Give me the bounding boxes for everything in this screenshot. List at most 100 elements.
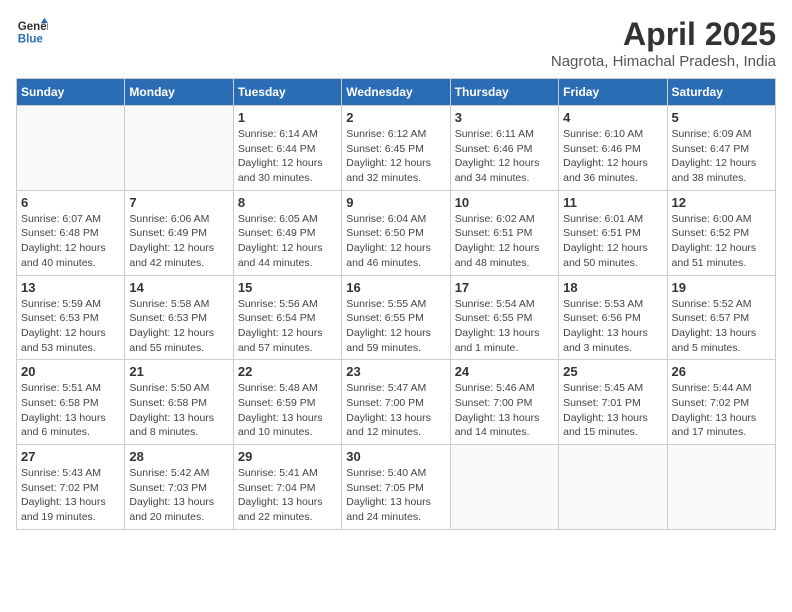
day-number: 12: [672, 195, 771, 210]
day-cell: 21Sunrise: 5:50 AMSunset: 6:58 PMDayligh…: [125, 360, 233, 445]
day-cell: 25 Sunrise: 5:45 AMSunset: 7:01 PMDayligh…: [559, 360, 667, 445]
page-header: General Blue April 2025 Nagrota, Himacha…: [16, 16, 776, 70]
day-detail: Sunrise: 5:44 AMSunset: 7:02 PMDaylight:…: [672, 381, 771, 440]
week-row-4: 20 Sunrise: 5:51 AMSunset: 6:58 PMDayligh…: [17, 360, 776, 445]
day-cell: 11 Sunrise: 6:01 AMSunset: 6:51 PMDayligh…: [559, 190, 667, 275]
day-detail: Sunrise: 6:06 AMSunset: 6:49 PMDaylight:…: [129, 212, 228, 271]
day-detail: Sunrise: 5:52 AMSunset: 6:57 PMDaylight:…: [672, 297, 771, 356]
day-cell: 28 Sunrise: 5:42 AMSunset: 7:03 PMDayligh…: [125, 445, 233, 530]
day-cell: 17 Sunrise: 5:54 AMSunset: 6:55 PMDayligh…: [450, 275, 558, 360]
day-detail: Sunrise: 6:10 AMSunset: 6:46 PMDaylight:…: [563, 127, 662, 186]
main-title: April 2025: [551, 16, 776, 53]
day-number: 7: [129, 195, 228, 210]
day-detail: Sunrise: 5:54 AMSunset: 6:55 PMDaylight:…: [455, 297, 554, 356]
title-block: April 2025 Nagrota, Himachal Pradesh, In…: [551, 16, 776, 70]
day-cell: 30Sunrise: 5:40 AMSunset: 7:05 PMDayligh…: [342, 445, 450, 530]
day-cell: 15 Sunrise: 5:56 AMSunset: 6:54 PMDayligh…: [233, 275, 341, 360]
day-cell: 22 Sunrise: 5:48 AMSunset: 6:59 PMDayligh…: [233, 360, 341, 445]
day-number: 15: [238, 280, 337, 295]
day-cell: 29Sunrise: 5:41 AMSunset: 7:04 PMDayligh…: [233, 445, 341, 530]
day-cell: 9 Sunrise: 6:04 AMSunset: 6:50 PMDaylight…: [342, 190, 450, 275]
day-detail: Sunrise: 6:01 AMSunset: 6:51 PMDaylight:…: [563, 212, 662, 271]
week-row-3: 13 Sunrise: 5:59 AMSunset: 6:53 PMDayligh…: [17, 275, 776, 360]
day-detail: Sunrise: 6:04 AMSunset: 6:50 PMDaylight:…: [346, 212, 445, 271]
calendar-table: Sunday Monday Tuesday Wednesday Thursday…: [16, 78, 776, 530]
day-cell: [17, 106, 125, 191]
day-cell: 10 Sunrise: 6:02 AMSunset: 6:51 PMDayligh…: [450, 190, 558, 275]
day-cell: 16 Sunrise: 5:55 AMSunset: 6:55 PMDayligh…: [342, 275, 450, 360]
day-number: 6: [21, 195, 120, 210]
day-cell: 8 Sunrise: 6:05 AMSunset: 6:49 PMDaylight…: [233, 190, 341, 275]
day-detail: Sunrise: 6:12 AMSunset: 6:45 PMDaylight:…: [346, 127, 445, 186]
logo: General Blue: [16, 16, 48, 48]
day-cell: 23 Sunrise: 5:47 AMSunset: 7:00 PMDayligh…: [342, 360, 450, 445]
day-cell: [667, 445, 775, 530]
day-cell: 5Sunrise: 6:09 AMSunset: 6:47 PMDaylight…: [667, 106, 775, 191]
day-number: 9: [346, 195, 445, 210]
day-detail: Sunrise: 5:41 AMSunset: 7:04 PMDaylight:…: [238, 466, 337, 525]
day-number: 4: [563, 110, 662, 125]
day-cell: 14 Sunrise: 5:58 AMSunset: 6:53 PMDayligh…: [125, 275, 233, 360]
day-cell: 6 Sunrise: 6:07 AMSunset: 6:48 PMDaylight…: [17, 190, 125, 275]
day-detail: Sunrise: 5:55 AMSunset: 6:55 PMDaylight:…: [346, 297, 445, 356]
day-cell: 12Sunrise: 6:00 AMSunset: 6:52 PMDayligh…: [667, 190, 775, 275]
day-detail: Sunrise: 5:51 AMSunset: 6:58 PMDaylight:…: [21, 381, 120, 440]
day-number: 1: [238, 110, 337, 125]
day-cell: 24 Sunrise: 5:46 AMSunset: 7:00 PMDayligh…: [450, 360, 558, 445]
header-wednesday: Wednesday: [342, 79, 450, 106]
header-saturday: Saturday: [667, 79, 775, 106]
day-detail: Sunrise: 5:40 AMSunset: 7:05 PMDaylight:…: [346, 466, 445, 525]
day-detail: Sunrise: 5:45 AMSunset: 7:01 PMDaylight:…: [563, 381, 662, 440]
day-number: 24: [455, 364, 554, 379]
day-cell: 1 Sunrise: 6:14 AMSunset: 6:44 PMDaylight…: [233, 106, 341, 191]
day-number: 22: [238, 364, 337, 379]
header-monday: Monday: [125, 79, 233, 106]
day-detail: Sunrise: 6:11 AMSunset: 6:46 PMDaylight:…: [455, 127, 554, 186]
day-number: 3: [455, 110, 554, 125]
day-number: 28: [129, 449, 228, 464]
day-detail: Sunrise: 5:46 AMSunset: 7:00 PMDaylight:…: [455, 381, 554, 440]
day-detail: Sunrise: 6:14 AMSunset: 6:44 PMDaylight:…: [238, 127, 337, 186]
day-cell: [450, 445, 558, 530]
day-detail: Sunrise: 5:42 AMSunset: 7:03 PMDaylight:…: [129, 466, 228, 525]
header-friday: Friday: [559, 79, 667, 106]
day-number: 17: [455, 280, 554, 295]
day-cell: 2 Sunrise: 6:12 AMSunset: 6:45 PMDaylight…: [342, 106, 450, 191]
day-detail: Sunrise: 6:09 AMSunset: 6:47 PMDaylight:…: [672, 127, 771, 186]
day-number: 16: [346, 280, 445, 295]
day-detail: Sunrise: 6:05 AMSunset: 6:49 PMDaylight:…: [238, 212, 337, 271]
day-number: 14: [129, 280, 228, 295]
day-detail: Sunrise: 5:47 AMSunset: 7:00 PMDaylight:…: [346, 381, 445, 440]
week-row-2: 6 Sunrise: 6:07 AMSunset: 6:48 PMDaylight…: [17, 190, 776, 275]
weekday-header-row: Sunday Monday Tuesday Wednesday Thursday…: [17, 79, 776, 106]
day-detail: Sunrise: 5:43 AMSunset: 7:02 PMDaylight:…: [21, 466, 120, 525]
day-number: 8: [238, 195, 337, 210]
day-detail: Sunrise: 6:07 AMSunset: 6:48 PMDaylight:…: [21, 212, 120, 271]
day-number: 20: [21, 364, 120, 379]
day-cell: 18 Sunrise: 5:53 AMSunset: 6:56 PMDayligh…: [559, 275, 667, 360]
day-number: 19: [672, 280, 771, 295]
header-sunday: Sunday: [17, 79, 125, 106]
day-number: 25: [563, 364, 662, 379]
day-detail: Sunrise: 5:56 AMSunset: 6:54 PMDaylight:…: [238, 297, 337, 356]
day-number: 13: [21, 280, 120, 295]
day-cell: 27Sunrise: 5:43 AMSunset: 7:02 PMDayligh…: [17, 445, 125, 530]
day-number: 18: [563, 280, 662, 295]
day-detail: Sunrise: 5:50 AMSunset: 6:58 PMDaylight:…: [129, 381, 228, 440]
day-detail: Sunrise: 6:02 AMSunset: 6:51 PMDaylight:…: [455, 212, 554, 271]
day-detail: Sunrise: 5:48 AMSunset: 6:59 PMDaylight:…: [238, 381, 337, 440]
day-cell: 13 Sunrise: 5:59 AMSunset: 6:53 PMDayligh…: [17, 275, 125, 360]
header-tuesday: Tuesday: [233, 79, 341, 106]
day-number: 11: [563, 195, 662, 210]
day-cell: 19 Sunrise: 5:52 AMSunset: 6:57 PMDayligh…: [667, 275, 775, 360]
day-number: 10: [455, 195, 554, 210]
day-number: 2: [346, 110, 445, 125]
day-detail: Sunrise: 5:58 AMSunset: 6:53 PMDaylight:…: [129, 297, 228, 356]
day-detail: Sunrise: 5:59 AMSunset: 6:53 PMDaylight:…: [21, 297, 120, 356]
week-row-5: 27Sunrise: 5:43 AMSunset: 7:02 PMDayligh…: [17, 445, 776, 530]
subtitle: Nagrota, Himachal Pradesh, India: [551, 53, 776, 70]
day-detail: Sunrise: 5:53 AMSunset: 6:56 PMDaylight:…: [563, 297, 662, 356]
week-row-1: 1 Sunrise: 6:14 AMSunset: 6:44 PMDaylight…: [17, 106, 776, 191]
day-number: 23: [346, 364, 445, 379]
day-cell: 3 Sunrise: 6:11 AMSunset: 6:46 PMDaylight…: [450, 106, 558, 191]
